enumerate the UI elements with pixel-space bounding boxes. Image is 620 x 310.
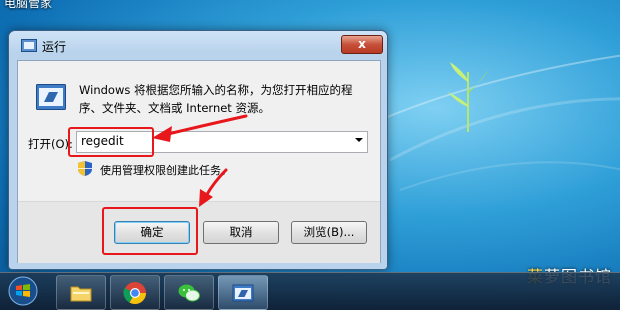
folder-icon (70, 286, 92, 302)
dialog-title: 运行 (42, 40, 67, 54)
taskbar (0, 272, 620, 310)
taskbar-run-dialog[interactable] (218, 275, 268, 310)
admin-note: 使用管理权限创建此任务。 (100, 164, 232, 177)
dialog-body: Windows 将根据您所输入的名称，为您打开相应的程序、文件夹、文档或 Int… (17, 60, 381, 263)
run-icon (232, 284, 254, 302)
run-program-icon (36, 84, 66, 110)
taskbar-file-explorer[interactable] (56, 275, 106, 310)
annotation-box-ok (102, 207, 198, 255)
start-button[interactable] (8, 276, 38, 306)
dialog-description: Windows 将根据您所输入的名称，为您打开相应的程序、文件夹、文档或 Int… (79, 83, 353, 115)
browse-button[interactable]: 浏览(B)... (291, 221, 367, 244)
chevron-down-icon[interactable] (355, 138, 363, 142)
shield-icon (78, 161, 92, 176)
chrome-icon (123, 282, 146, 304)
taskbar-chrome[interactable] (110, 275, 160, 310)
open-label: 打开(O): (28, 137, 73, 151)
cancel-button[interactable]: 取消 (203, 221, 279, 244)
annotation-box-input (68, 127, 154, 157)
desktop-icon-label[interactable]: 电脑管家 (4, 0, 52, 11)
close-button[interactable]: x (341, 35, 383, 54)
wechat-icon (178, 284, 200, 302)
run-icon (21, 39, 37, 52)
bamboo-icon (448, 62, 488, 132)
taskbar-wechat[interactable] (164, 275, 214, 310)
wallpaper-swoosh (380, 54, 620, 191)
run-dialog: 运行 x Windows 将根据您所输入的名称，为您打开相应的程序、文件夹、文档… (8, 30, 388, 270)
